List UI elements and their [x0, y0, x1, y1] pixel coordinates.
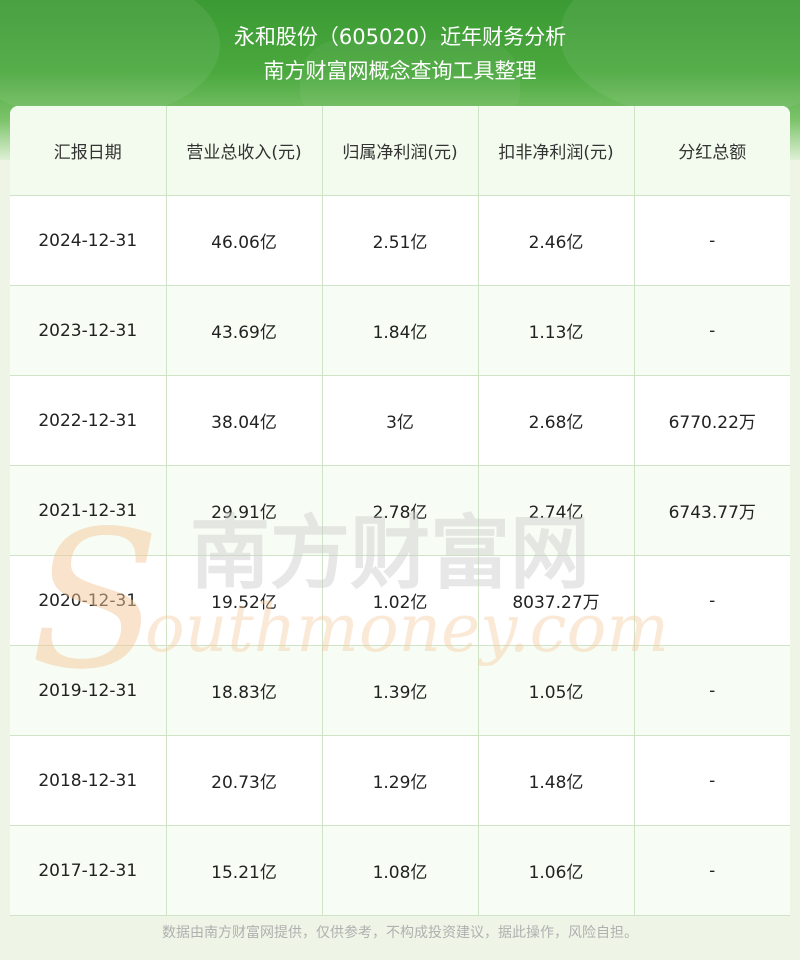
page-subtitle: 南方财富网概念查询工具整理	[263, 59, 537, 83]
page-title: 永和股份（605020）近年财务分析	[233, 25, 567, 49]
cell-deducted-net-profit: 1.48亿	[478, 735, 635, 826]
cell-net-profit: 1.39亿	[322, 645, 479, 736]
cell-revenue: 15.21亿	[166, 825, 323, 916]
cell-date: 2018-12-31	[10, 735, 167, 826]
cell-dividend: -	[634, 825, 790, 916]
cell-deducted-net-profit: 1.13亿	[478, 285, 635, 376]
cell-date: 2022-12-31	[10, 375, 167, 466]
cell-deducted-net-profit: 2.74亿	[478, 465, 635, 556]
cell-dividend: -	[634, 645, 790, 736]
table-header-row: 汇报日期 营业总收入(元) 归属净利润(元) 扣非净利润(元) 分红总额	[10, 106, 790, 196]
cell-revenue: 38.04亿	[166, 375, 323, 466]
cell-deducted-net-profit: 2.46亿	[478, 195, 635, 286]
column-header-dividend: 分红总额	[634, 106, 790, 196]
column-header-revenue: 营业总收入(元)	[166, 106, 323, 196]
cell-revenue: 43.69亿	[166, 285, 323, 376]
cell-date: 2017-12-31	[10, 825, 167, 916]
column-header-net-profit: 归属净利润(元)	[322, 106, 479, 196]
cell-revenue: 46.06亿	[166, 195, 323, 286]
table-row: 2017-12-31 15.21亿 1.08亿 1.06亿 -	[10, 825, 790, 916]
column-header-deducted-net-profit: 扣非净利润(元)	[478, 106, 635, 196]
cell-deducted-net-profit: 8037.27万	[478, 555, 635, 646]
cell-revenue: 29.91亿	[166, 465, 323, 556]
cell-dividend: 6743.77万	[634, 465, 790, 556]
cell-date: 2019-12-31	[10, 645, 167, 736]
cell-revenue: 18.83亿	[166, 645, 323, 736]
footer-disclaimer: 数据由南方财富网提供，仅供参考，不构成投资建议，据此操作，风险自担。	[162, 925, 638, 941]
cell-dividend: -	[634, 195, 790, 286]
table-row: 2019-12-31 18.83亿 1.39亿 1.05亿 -	[10, 645, 790, 736]
cell-net-profit: 1.29亿	[322, 735, 479, 826]
cell-dividend: -	[634, 555, 790, 646]
cell-date: 2021-12-31	[10, 465, 167, 556]
cell-net-profit: 1.84亿	[322, 285, 479, 376]
table-row: 2024-12-31 46.06亿 2.51亿 2.46亿 -	[10, 195, 790, 286]
column-header-date: 汇报日期	[10, 106, 167, 196]
cell-dividend: -	[634, 735, 790, 826]
table-row: 2020-12-31 19.52亿 1.02亿 8037.27万 -	[10, 555, 790, 646]
cell-deducted-net-profit: 1.05亿	[478, 645, 635, 736]
table-row: 2021-12-31 29.91亿 2.78亿 2.74亿 6743.77万	[10, 465, 790, 556]
financial-table-card: 汇报日期 营业总收入(元) 归属净利润(元) 扣非净利润(元) 分红总额 202…	[10, 106, 790, 916]
cell-revenue: 19.52亿	[166, 555, 323, 646]
cell-revenue: 20.73亿	[166, 735, 323, 826]
table-row: 2022-12-31 38.04亿 3亿 2.68亿 6770.22万	[10, 375, 790, 466]
financial-table: 汇报日期 营业总收入(元) 归属净利润(元) 扣非净利润(元) 分红总额 202…	[10, 106, 790, 916]
cell-dividend: 6770.22万	[634, 375, 790, 466]
cell-net-profit: 2.51亿	[322, 195, 479, 286]
cell-date: 2020-12-31	[10, 555, 167, 646]
cell-date: 2023-12-31	[10, 285, 167, 376]
cell-net-profit: 1.08亿	[322, 825, 479, 916]
cell-net-profit: 1.02亿	[322, 555, 479, 646]
cell-net-profit: 2.78亿	[322, 465, 479, 556]
table-row: 2018-12-31 20.73亿 1.29亿 1.48亿 -	[10, 735, 790, 826]
cell-dividend: -	[634, 285, 790, 376]
table-row: 2023-12-31 43.69亿 1.84亿 1.13亿 -	[10, 285, 790, 376]
cell-net-profit: 3亿	[322, 375, 479, 466]
cell-deducted-net-profit: 2.68亿	[478, 375, 635, 466]
cell-deducted-net-profit: 1.06亿	[478, 825, 635, 916]
cell-date: 2024-12-31	[10, 195, 167, 286]
